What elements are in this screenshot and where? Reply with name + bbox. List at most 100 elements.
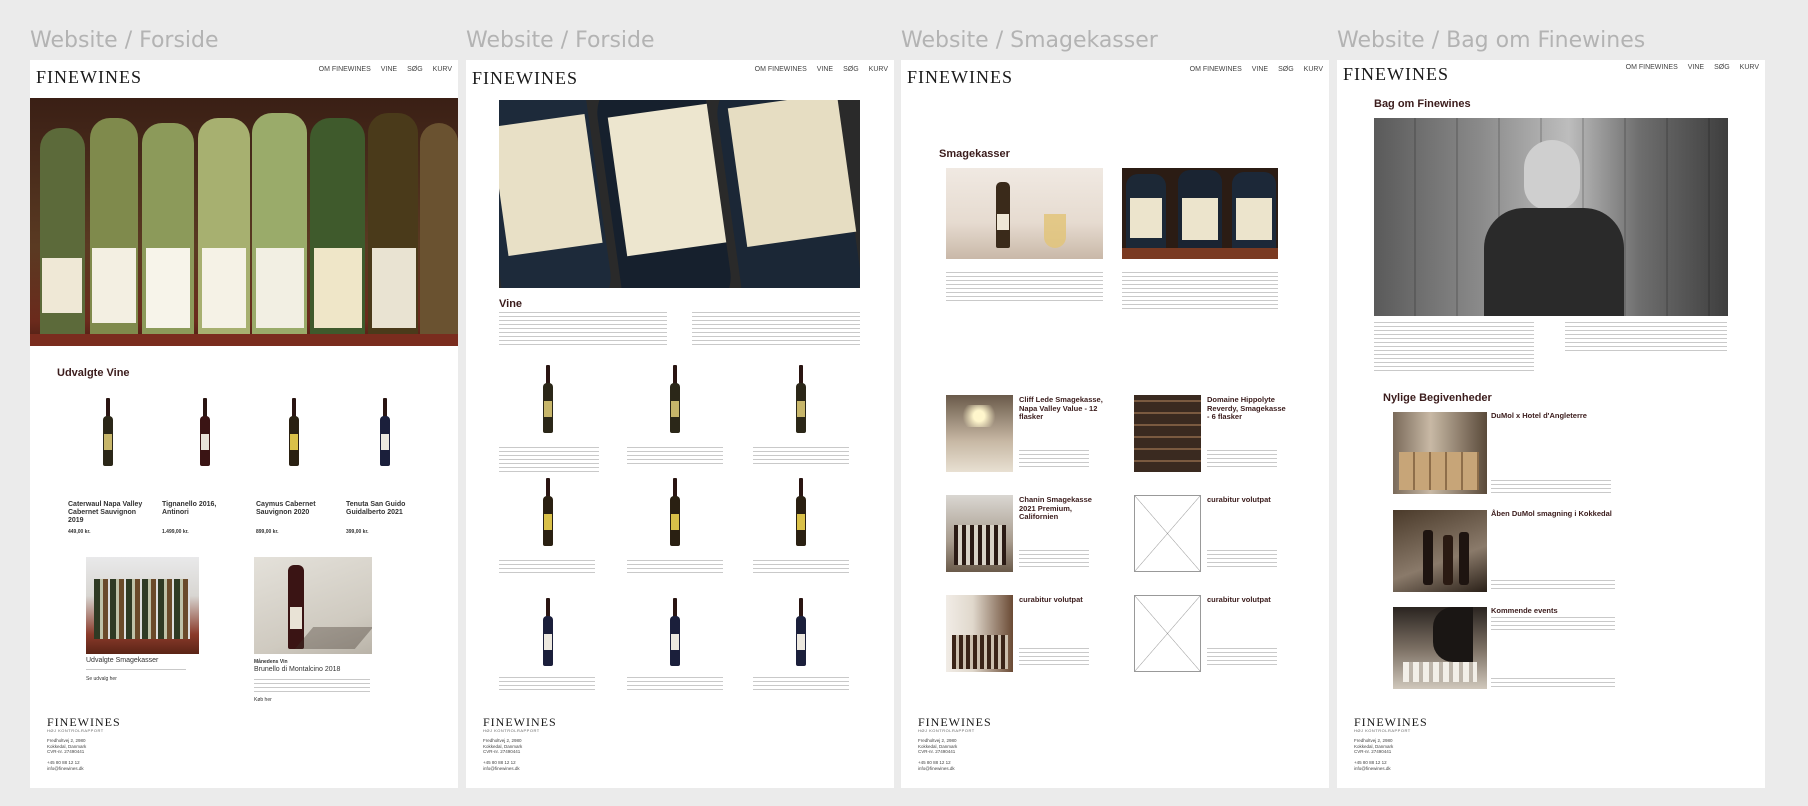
- footer-sub: HØJ KONTROLRAPPORT: [47, 728, 104, 733]
- wine-name[interactable]: Caterwaul Napa Valley Cabernet Sauvignon…: [68, 501, 148, 525]
- wine-bottle-image[interactable]: [796, 478, 806, 546]
- image-placeholder: [1134, 495, 1201, 572]
- wine-bottle-image[interactable]: [200, 398, 210, 466]
- promo-title[interactable]: Udvalgte Smagekasser: [86, 657, 158, 664]
- main-nav: OM FINEWINES VINE SØG KURV: [1626, 64, 1759, 71]
- promo-image-maanedens-vin[interactable]: [254, 557, 372, 654]
- event-text: [1491, 580, 1615, 590]
- event-name[interactable]: Åben DuMol smagning i Kokkedal: [1491, 509, 1612, 519]
- portrait-image: [1374, 118, 1728, 316]
- box-name[interactable]: Cliff Lede Smagekasse, Napa Valley Value…: [1019, 395, 1105, 422]
- nav-item-vine[interactable]: VINE: [381, 66, 397, 73]
- about-text-right: [1565, 322, 1727, 352]
- promo-image-smagekasser[interactable]: [86, 557, 199, 654]
- frame-smagekasser: FINEWINES OM FINEWINES VINE SØG KURV Sma…: [901, 60, 1329, 788]
- wine-name[interactable]: Tignanello 2016, Antinori: [162, 501, 226, 517]
- footer-address: Fredholtvej 2, 2980 Kokkedal, Danmark CVR-…: [483, 738, 523, 754]
- box-image[interactable]: [946, 495, 1013, 572]
- intro-text-right: [692, 312, 860, 346]
- feature-image[interactable]: [946, 168, 1103, 259]
- footer-sub: HØJ KONTROLRAPPORT: [918, 728, 975, 733]
- footer-address: Fredholtvej 2, 2980 Kokkedal, Danmark CVR-…: [1354, 738, 1394, 754]
- nav-item-soeg[interactable]: SØG: [1278, 66, 1294, 73]
- feature-text: [1122, 272, 1278, 310]
- event-name[interactable]: DuMol x Hotel d'Angleterre: [1491, 411, 1587, 421]
- nav-item-kurv[interactable]: KURV: [1304, 66, 1323, 73]
- wine-bottle-image[interactable]: [670, 365, 680, 433]
- footer-sub: HØJ KONTROLRAPPORT: [1354, 728, 1411, 733]
- section-title: Smagekasser: [939, 148, 1010, 160]
- box-image[interactable]: [1134, 395, 1201, 472]
- wine-bottle-image[interactable]: [796, 598, 806, 666]
- event-text: [1491, 480, 1611, 494]
- wine-bottle-image[interactable]: [380, 398, 390, 466]
- frame-title: Website / Forside: [30, 28, 219, 53]
- footer-contact: +45 80 88 12 12 info@finewines.dk: [47, 760, 84, 771]
- wine-bottle-image[interactable]: [103, 398, 113, 466]
- box-image[interactable]: [946, 595, 1013, 672]
- footer-sub: HØJ KONTROLRAPPORT: [483, 728, 540, 733]
- logo[interactable]: FINEWINES: [36, 67, 142, 88]
- nav-item-kurv[interactable]: KURV: [433, 66, 452, 73]
- box-text: [1019, 450, 1089, 468]
- footer-address: Fredholtvej 2, 2980 Kokkedal, Danmark CVR-…: [47, 738, 87, 754]
- nav-item-kurv[interactable]: KURV: [1740, 64, 1759, 71]
- nav-item-om[interactable]: OM FINEWINES: [1190, 66, 1242, 73]
- wine-bottle-image[interactable]: [289, 398, 299, 466]
- intro-text-left: [499, 312, 667, 346]
- hero-image: [499, 100, 860, 288]
- section-title: Bag om Finewines: [1374, 98, 1471, 110]
- promo-body-text: [254, 679, 370, 693]
- product-text: [753, 447, 849, 465]
- wine-price: 899,00 kr.: [256, 529, 279, 535]
- nav-item-soeg[interactable]: SØG: [1714, 64, 1730, 71]
- wine-price: 449,00 kr.: [68, 529, 91, 535]
- nav-item-om[interactable]: OM FINEWINES: [319, 66, 371, 73]
- nav-item-om[interactable]: OM FINEWINES: [755, 66, 807, 73]
- box-image[interactable]: [946, 395, 1013, 472]
- nav-item-soeg[interactable]: SØG: [407, 66, 423, 73]
- box-text: [1019, 550, 1089, 568]
- box-text: [1207, 648, 1277, 666]
- promo-title[interactable]: Brunello di Montalcino 2018: [254, 666, 340, 673]
- wine-bottle-image[interactable]: [543, 478, 553, 546]
- main-nav: OM FINEWINES VINE SØG KURV: [1190, 66, 1323, 73]
- logo[interactable]: FINEWINES: [1343, 64, 1449, 85]
- product-text: [627, 677, 723, 691]
- box-text: [1207, 450, 1277, 468]
- wine-bottle-image[interactable]: [670, 478, 680, 546]
- product-text: [627, 560, 723, 574]
- wine-name[interactable]: Caymus Cabernet Sauvignon 2020: [256, 501, 328, 517]
- feature-image[interactable]: [1122, 168, 1278, 259]
- nav-item-om[interactable]: OM FINEWINES: [1626, 64, 1678, 71]
- footer-address: Fredholtvej 2, 2980 Kokkedal, Danmark CVR-…: [918, 738, 958, 754]
- nav-item-kurv[interactable]: KURV: [869, 66, 888, 73]
- wine-name[interactable]: Tenuta San Guido Guidalberto 2021: [346, 501, 420, 517]
- box-name[interactable]: Domaine Hippolyte Reverdy, Smagekasse - …: [1207, 395, 1287, 422]
- wine-bottle-image[interactable]: [796, 365, 806, 433]
- logo[interactable]: FINEWINES: [472, 68, 578, 89]
- event-image[interactable]: [1393, 510, 1487, 592]
- product-text: [499, 560, 595, 574]
- wine-bottle-image[interactable]: [543, 598, 553, 666]
- promo-kicker: Månedens Vin: [254, 659, 288, 665]
- product-text: [627, 447, 723, 465]
- nav-item-vine[interactable]: VINE: [1252, 66, 1268, 73]
- promo-link[interactable]: Se udvalg her: [86, 676, 117, 682]
- box-name[interactable]: Chanin Smagekasse 2021 Premium, Californ…: [1019, 495, 1105, 522]
- nav-item-soeg[interactable]: SØG: [843, 66, 859, 73]
- nav-item-vine[interactable]: VINE: [817, 66, 833, 73]
- wine-bottle-image[interactable]: [670, 598, 680, 666]
- box-name[interactable]: curabitur volutpat: [1207, 595, 1287, 605]
- nav-item-vine[interactable]: VINE: [1688, 64, 1704, 71]
- box-name[interactable]: curabitur volutpat: [1019, 595, 1105, 605]
- footer-contact: +45 80 88 12 12 info@finewines.dk: [1354, 760, 1391, 771]
- event-name[interactable]: Kommende events: [1491, 606, 1558, 616]
- box-name[interactable]: curabitur volutpat: [1207, 495, 1287, 505]
- event-image[interactable]: [1393, 607, 1487, 689]
- event-image[interactable]: [1393, 412, 1487, 494]
- promo-link[interactable]: Køb her: [254, 697, 272, 703]
- product-text: [753, 677, 849, 691]
- logo[interactable]: FINEWINES: [907, 67, 1013, 88]
- wine-bottle-image[interactable]: [543, 365, 553, 433]
